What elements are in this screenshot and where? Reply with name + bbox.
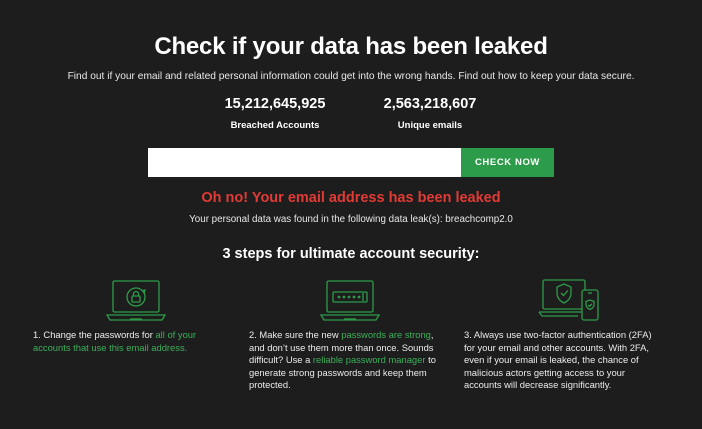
page: Check if your data has been leaked Find … bbox=[0, 0, 702, 429]
stat-unique-emails: 2,563,218,607 Unique emails bbox=[345, 96, 515, 131]
strong-passwords-link[interactable]: passwords are strong bbox=[341, 329, 431, 340]
steps-title: 3 steps for ultimate account security: bbox=[222, 246, 480, 262]
stats-row: 15,212,645,925 Breached Accounts 2,563,2… bbox=[0, 96, 702, 136]
laptop-lock-refresh-icon bbox=[104, 278, 168, 324]
leak-detail: Your personal data was found in the foll… bbox=[189, 214, 513, 225]
page-title: Check if your data has been leaked bbox=[154, 33, 548, 60]
email-input[interactable] bbox=[148, 148, 461, 177]
check-now-button[interactable]: CHECK NOW bbox=[461, 148, 554, 177]
step-1-pre: 1. Change the passwords for bbox=[33, 329, 156, 340]
step-3-text: 3. Always use two-factor authentication … bbox=[464, 329, 652, 391]
step-2-text: 2. Make sure the new passwords are stron… bbox=[249, 329, 445, 392]
step-1-text: 1. Change the passwords for all of your … bbox=[33, 329, 229, 354]
laptop-phone-shield-icon bbox=[538, 276, 602, 322]
stat-breached-accounts: 15,212,645,925 Breached Accounts bbox=[190, 96, 360, 131]
leak-alert: Oh no! Your email address has been leake… bbox=[201, 190, 501, 206]
stat-label: Unique emails bbox=[397, 120, 463, 131]
stat-label: Breached Accounts bbox=[230, 120, 320, 131]
stat-value: 2,563,218,607 bbox=[383, 96, 477, 112]
page-subtitle: Find out if your email and related perso… bbox=[67, 71, 635, 82]
step-2-pre: 2. Make sure the new bbox=[249, 329, 342, 340]
password-manager-link[interactable]: reliable password manager bbox=[313, 354, 426, 365]
stat-value: 15,212,645,925 bbox=[224, 96, 326, 112]
laptop-password-icon bbox=[318, 278, 382, 324]
